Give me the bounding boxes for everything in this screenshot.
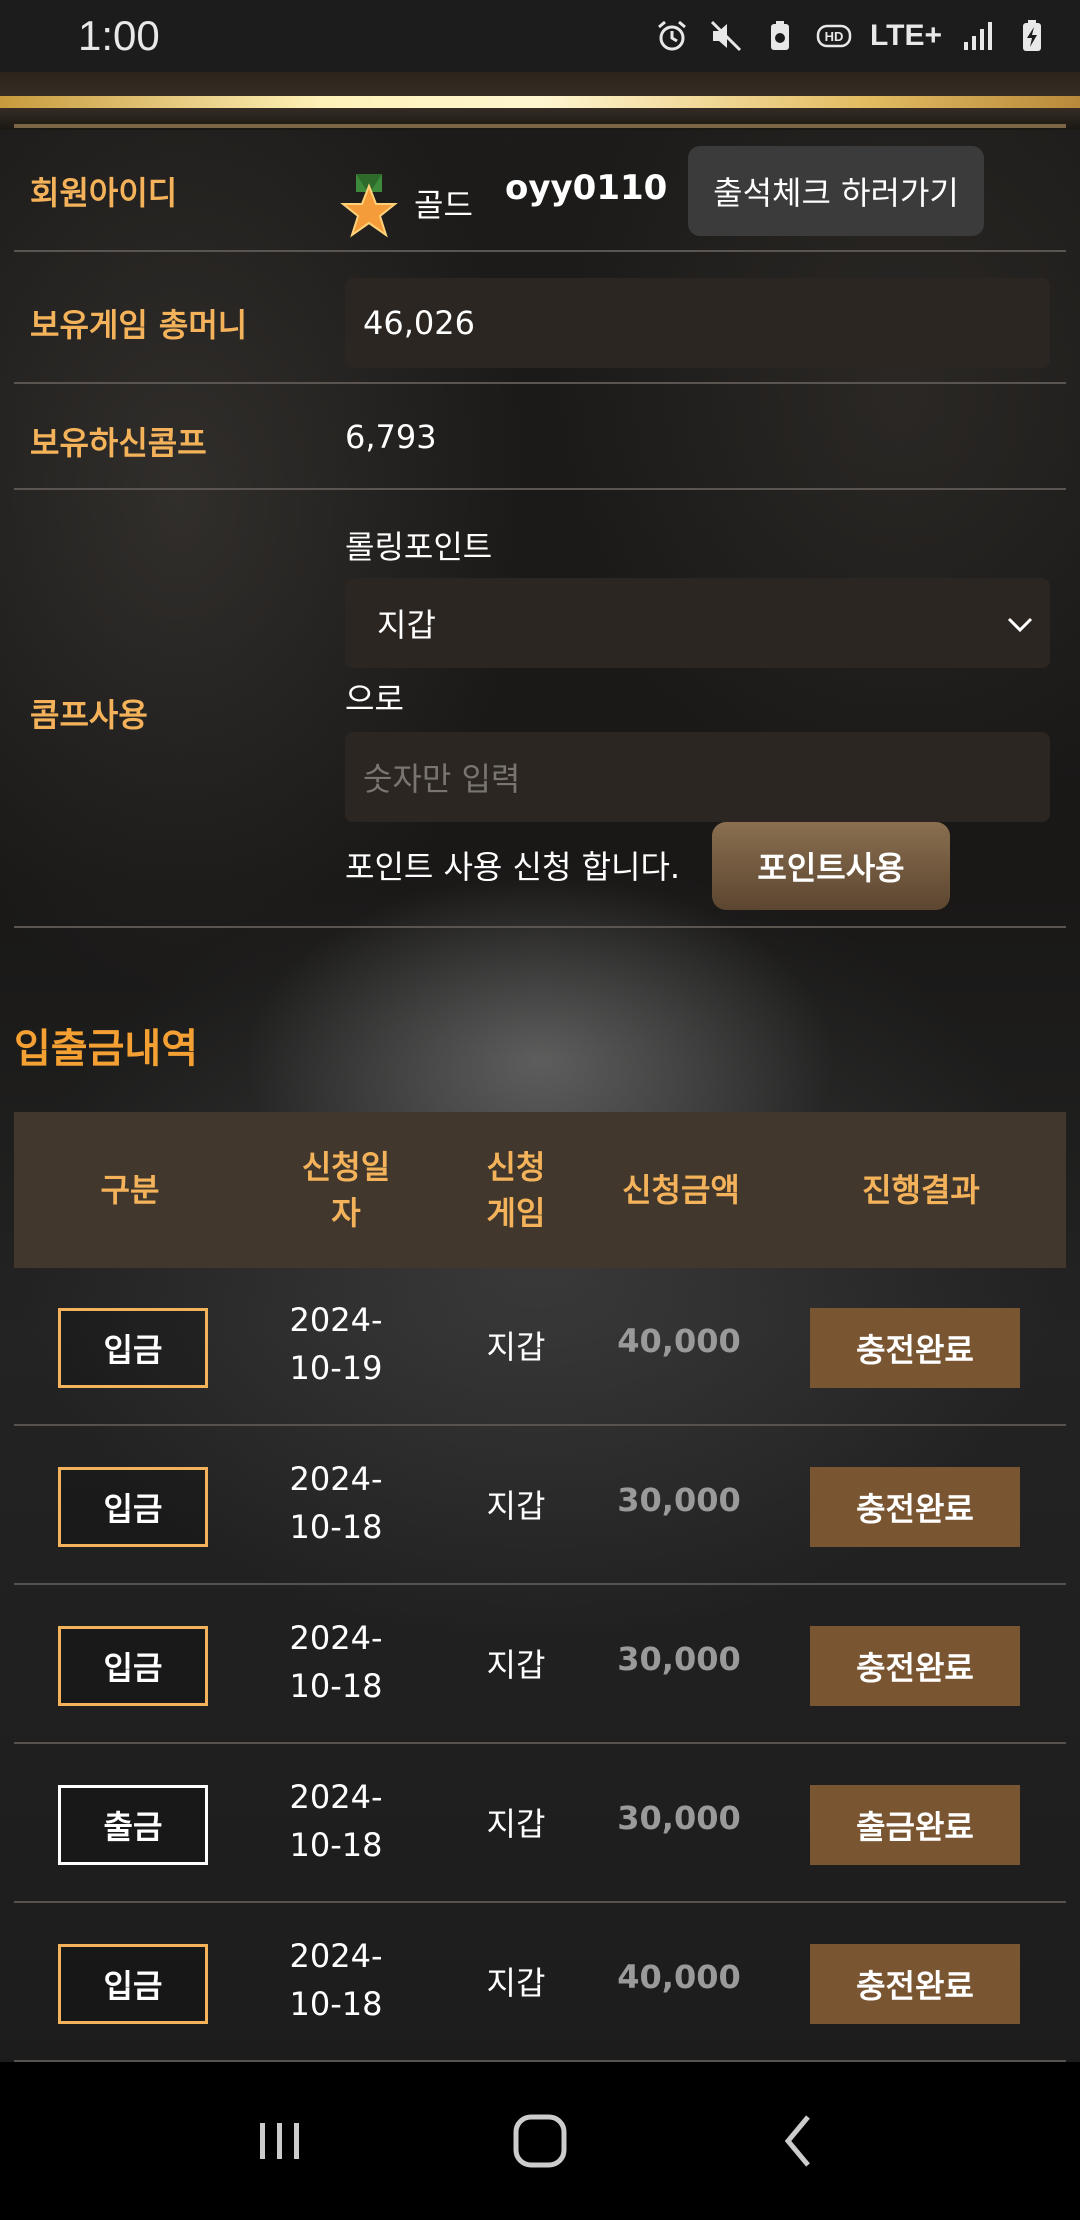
comp-label: 보유하신콤프 (30, 424, 207, 462)
result-button[interactable]: 충전완료 (810, 1467, 1020, 1547)
history-table-header: 구분 신청일자 신청게임 신청금액 진행결과 (14, 1112, 1066, 1268)
header-date-line1: 신청일 (301, 1148, 391, 1186)
header-amount-text: 신청금액 (622, 1171, 740, 1209)
date-line1: 2024- (289, 1778, 383, 1816)
status-icons: HD LTE+ (654, 18, 1050, 54)
result-button[interactable]: 충전완료 (810, 1308, 1020, 1388)
date-line1: 2024- (289, 1619, 383, 1657)
header-game-line1: 신청 (486, 1148, 546, 1186)
game-cell: 지갑 (486, 1805, 546, 1843)
date-line1: 2024- (289, 1937, 383, 1975)
recent-apps-button[interactable] (240, 2101, 320, 2181)
date-line2: 10-18 (289, 1985, 383, 2023)
money-value-field: 46,026 (345, 278, 1050, 368)
back-button[interactable] (760, 2101, 840, 2181)
date-line2: 10-18 (289, 1667, 383, 1705)
amount-cell: 40,000 (617, 1322, 741, 1360)
home-icon (513, 2114, 567, 2168)
home-button[interactable] (500, 2101, 580, 2181)
status-time: 1:00 (78, 12, 160, 59)
date-line2: 10-19 (289, 1349, 383, 1387)
header-gold-line (0, 96, 1080, 108)
use-points-button[interactable]: 포인트사용 (712, 822, 950, 910)
history-title: 입출금내역 (14, 1026, 198, 1072)
navigation-bar (0, 2062, 1080, 2220)
battery-saver-icon (762, 18, 798, 54)
type-badge: 출금 (58, 1785, 208, 1865)
apply-text: 포인트 사용 신청 합니다. (345, 848, 681, 886)
status-bar: 1:00 HD LTE+ (0, 0, 1080, 72)
header-divider (14, 124, 1066, 128)
table-row: 입금 2024- 10-19 지갑 40,000 충전완료 (14, 1268, 1066, 1426)
to-label: 으로 (345, 680, 404, 718)
header-game-line2: 게임 (486, 1194, 546, 1232)
table-row: 입금 2024- 10-18 지갑 30,000 충전완료 (14, 1586, 1066, 1744)
member-id-label: 회원아이디 (30, 174, 178, 212)
type-badge: 입금 (58, 1626, 208, 1706)
game-cell: 지갑 (486, 1964, 546, 2002)
result-button[interactable]: 출금완료 (810, 1785, 1020, 1865)
point-amount-input[interactable]: 숫자만 입력 (345, 732, 1050, 822)
hd-icon: HD (816, 18, 852, 54)
lte-icon: LTE+ (870, 19, 942, 52)
comp-row: 보유하신콤프 6,793 (14, 384, 1066, 490)
type-badge: 입금 (58, 1467, 208, 1547)
table-row: 입금 2024- 10-18 지갑 40,000 충전완료 (14, 1904, 1066, 2062)
header-game: 신청게임 (446, 1112, 586, 1268)
header-type-text: 구분 (100, 1171, 160, 1209)
amount-cell: 30,000 (617, 1799, 741, 1837)
back-icon (784, 2115, 810, 2167)
date-cell: 2024- 10-19 (236, 1296, 436, 1392)
header-result: 진행결과 (776, 1112, 1066, 1268)
wallet-select-value: 지갑 (377, 606, 436, 644)
chevron-down-icon (1007, 617, 1033, 633)
amount-cell: 30,000 (617, 1640, 741, 1678)
date-line1: 2024- (289, 1460, 383, 1498)
member-grade: 골드 (414, 186, 473, 224)
date-cell: 2024- 10-18 (236, 1455, 436, 1551)
date-line2: 10-18 (289, 1508, 383, 1546)
header-game-text: 신청게임 (487, 1144, 546, 1236)
amount-cell: 40,000 (617, 1958, 741, 1996)
recent-apps-icon (260, 2123, 299, 2159)
type-badge: 입금 (58, 1944, 208, 2024)
header-date: 신청일자 (246, 1112, 446, 1268)
signal-icon (960, 18, 996, 54)
date-line2: 10-18 (289, 1826, 383, 1864)
result-button[interactable]: 충전완료 (810, 1626, 1020, 1706)
wallet-select[interactable]: 지갑 (345, 578, 1050, 668)
header-result-text: 진행결과 (862, 1171, 980, 1209)
date-cell: 2024- 10-18 (236, 1773, 436, 1869)
header-amount: 신청금액 (586, 1112, 776, 1268)
game-cell: 지갑 (486, 1487, 546, 1525)
date-cell: 2024- 10-18 (236, 1614, 436, 1710)
battery-charging-icon (1014, 18, 1050, 54)
svg-text:HD: HD (825, 29, 844, 44)
money-label: 보유게임 총머니 (30, 306, 248, 344)
attendance-check-button[interactable]: 출석체크 하러가기 (688, 146, 984, 236)
comp-use-label: 콤프사용 (30, 696, 148, 734)
table-row: 입금 2024- 10-18 지갑 30,000 충전완료 (14, 1427, 1066, 1585)
table-row: 출금 2024- 10-18 지갑 30,000 출금완료 (14, 1745, 1066, 1903)
date-cell: 2024- 10-18 (236, 1932, 436, 2028)
amount-cell: 30,000 (617, 1481, 741, 1519)
mute-icon (708, 18, 744, 54)
header-date-text: 신청일자 (302, 1144, 390, 1236)
type-badge: 입금 (58, 1308, 208, 1388)
alarm-icon (654, 18, 690, 54)
gold-grade-star-icon (340, 174, 398, 238)
game-cell: 지갑 (486, 1646, 546, 1684)
header-type: 구분 (14, 1112, 246, 1268)
rolling-point-label: 롤링포인트 (345, 528, 493, 566)
date-line1: 2024- (289, 1301, 383, 1339)
comp-value: 6,793 (345, 418, 437, 456)
user-id: oyy0110 (505, 168, 668, 208)
header-date-line2: 자 (331, 1194, 361, 1232)
result-button[interactable]: 충전완료 (810, 1944, 1020, 2024)
game-cell: 지갑 (486, 1328, 546, 1366)
